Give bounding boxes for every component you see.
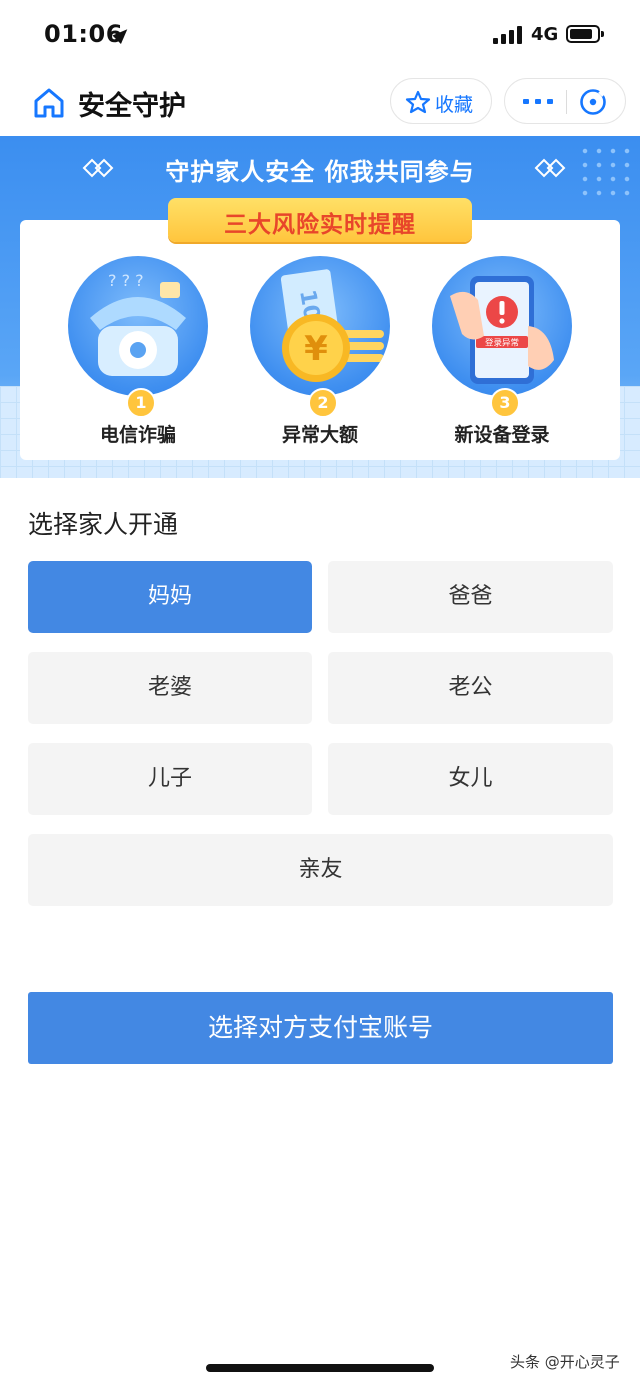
option-daughter[interactable]: 女儿 — [328, 743, 613, 815]
risk-item-telecom-fraud: ? ? ? 1 电信诈骗 — [68, 256, 208, 466]
favorite-button[interactable]: 收藏 — [390, 78, 492, 124]
yuan-coin-icon: 100 ¥ — [280, 269, 384, 382]
telephone-icon: ? ? ? — [90, 271, 186, 376]
diamond-ornament-icon — [534, 158, 566, 178]
status-bar: 01:06 4G — [0, 0, 640, 70]
svg-text:? ? ?: ? ? ? — [108, 271, 144, 290]
signal-icon — [493, 26, 523, 44]
network-type: 4G — [531, 24, 559, 45]
option-mom[interactable]: 妈妈 — [28, 561, 312, 633]
headline-pill: 三大风险实时提醒 — [168, 198, 472, 242]
risk-item-abnormal-amount: 100 ¥ 2 异常大额 — [250, 256, 390, 466]
battery-icon — [566, 25, 604, 43]
close-icon[interactable] — [579, 88, 607, 116]
home-icon[interactable] — [32, 86, 66, 120]
option-husband[interactable]: 老公 — [328, 652, 613, 724]
option-relatives-friends[interactable]: 亲友 — [28, 834, 613, 906]
page-title: 安全守护 — [78, 91, 186, 122]
mini-program-capsule — [504, 78, 626, 124]
risk-label: 新设备登录 — [454, 424, 550, 446]
app-header: 安全守护 收藏 — [0, 70, 640, 136]
more-icon[interactable] — [523, 99, 555, 105]
capsule-divider — [566, 90, 567, 114]
option-son[interactable]: 儿子 — [28, 743, 312, 815]
headline-text: 三大风险实时提醒 — [224, 212, 416, 238]
risk-label: 异常大额 — [281, 424, 358, 446]
risk-item-new-device-login: 登录异常 3 新设备登录 — [432, 256, 572, 466]
home-indicator[interactable] — [206, 1364, 434, 1372]
section-title: 选择家人开通 — [28, 510, 179, 539]
option-wife[interactable]: 老婆 — [28, 652, 312, 724]
risk-number-badge: 2 — [308, 388, 338, 418]
option-dad[interactable]: 爸爸 — [328, 561, 613, 633]
star-icon — [405, 90, 431, 114]
risk-illustration: 100 ¥ — [250, 256, 390, 396]
favorite-label: 收藏 — [435, 94, 474, 116]
status-time: 01:06 — [44, 20, 123, 48]
watermark: 头条 @开心灵子 — [510, 1353, 620, 1371]
alert-badge-text: 登录异常 — [485, 338, 519, 349]
risk-number-badge: 3 — [490, 388, 520, 418]
risk-label: 电信诈骗 — [99, 424, 176, 446]
svg-text:¥: ¥ — [304, 329, 328, 369]
phone-alert-icon: 登录异常 — [450, 276, 554, 384]
risk-illustration: 登录异常 — [432, 256, 572, 396]
select-alipay-account-button[interactable]: 选择对方支付宝账号 — [28, 992, 613, 1064]
risk-illustration: ? ? ? — [68, 256, 208, 396]
risk-number-badge: 1 — [126, 388, 156, 418]
security-banner: 守护家人安全 你我共同参与 三大风险实时提醒 ? ? ? 1 电信诈骗 100 — [0, 136, 640, 478]
